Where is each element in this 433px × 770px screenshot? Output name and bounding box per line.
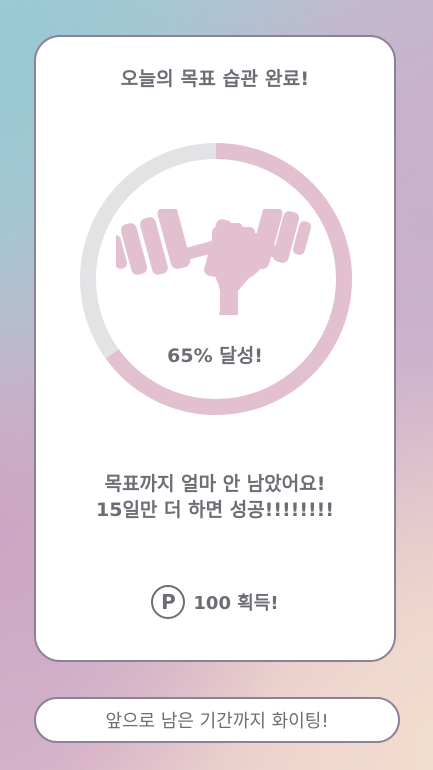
habit-complete-card: 오늘의 목표 습관 완료! 65% 달성! 목표까지 얼마 안 남았어요! 15…	[34, 35, 396, 662]
point-icon: P	[151, 585, 186, 619]
progress-label: 65% 달성!	[167, 345, 263, 367]
dumbbell-fist-icon	[116, 209, 312, 315]
cheer-message-bar: 앞으로 남은 기간까지 화이팅!	[34, 697, 400, 743]
reward-text: 100 획득!	[193, 593, 279, 614]
message-line-2: 15일만 더 하면 성공!!!!!!!!	[96, 499, 334, 521]
message-line-1: 목표까지 얼마 안 남았어요!	[104, 473, 326, 495]
reward-row: P 100 획득!	[36, 585, 394, 619]
card-title: 오늘의 목표 습관 완료!	[120, 68, 310, 90]
encouragement-message: 목표까지 얼마 안 남았어요! 15일만 더 하면 성공!!!!!!!!	[36, 471, 394, 523]
